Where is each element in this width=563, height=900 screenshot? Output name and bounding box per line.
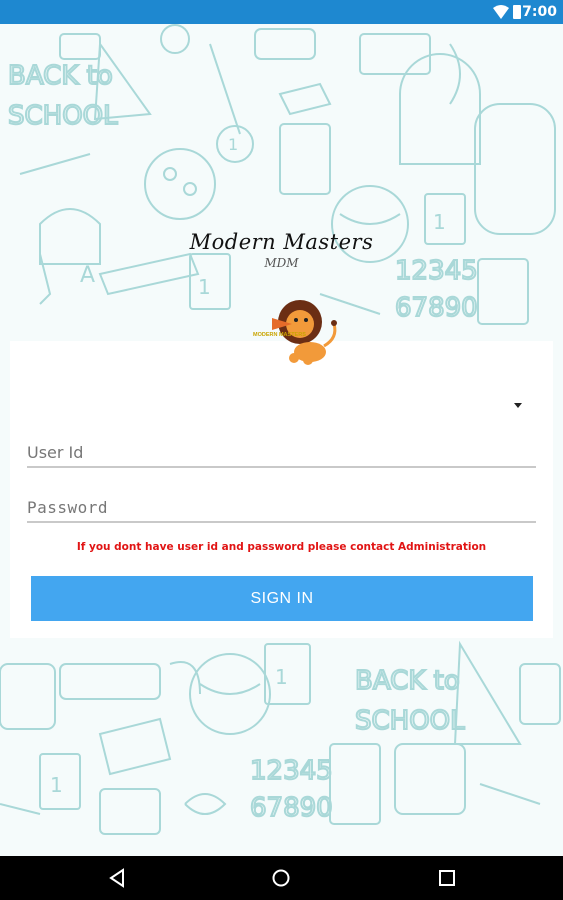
wifi-icon (493, 5, 509, 19)
logo-text: MODERN MASTERS (253, 332, 306, 338)
password-field (27, 498, 536, 523)
contact-admin-notice: If you dont have user id and password pl… (76, 541, 487, 553)
userid-input[interactable] (27, 443, 536, 466)
status-time: 7:00 (522, 4, 557, 20)
password-input[interactable] (27, 498, 536, 521)
svg-text:1: 1 (228, 135, 238, 154)
recents-icon[interactable] (437, 868, 457, 888)
brand-subtitle: MDM (264, 256, 299, 270)
svg-text:67890: 67890 (250, 793, 333, 823)
dropdown-arrow-icon (514, 403, 522, 408)
status-bar: 7:00 (0, 0, 563, 24)
password-underline (27, 521, 536, 523)
brand-header: Modern Masters MDM (0, 230, 563, 270)
svg-text:12345: 12345 (250, 756, 333, 786)
svg-text:1: 1 (50, 773, 63, 797)
sign-in-button[interactable]: SIGN IN (31, 576, 533, 621)
svg-text:1: 1 (198, 275, 211, 299)
userid-field (27, 443, 536, 468)
svg-text:SCHOOL: SCHOOL (355, 706, 465, 736)
home-icon[interactable] (271, 868, 291, 888)
back-icon[interactable] (107, 868, 127, 888)
school-dropdown[interactable] (36, 392, 532, 420)
battery-icon (513, 5, 521, 19)
svg-text:BACK to: BACK to (355, 666, 460, 696)
svg-text:1: 1 (275, 665, 288, 689)
svg-text:SCHOOL: SCHOOL (8, 101, 118, 131)
brand-title: Modern Masters (189, 230, 374, 254)
userid-underline (27, 466, 536, 468)
navigation-bar (0, 856, 563, 900)
svg-text:67890: 67890 (395, 293, 478, 323)
lion-logo: MODERN MASTERS (252, 296, 342, 368)
